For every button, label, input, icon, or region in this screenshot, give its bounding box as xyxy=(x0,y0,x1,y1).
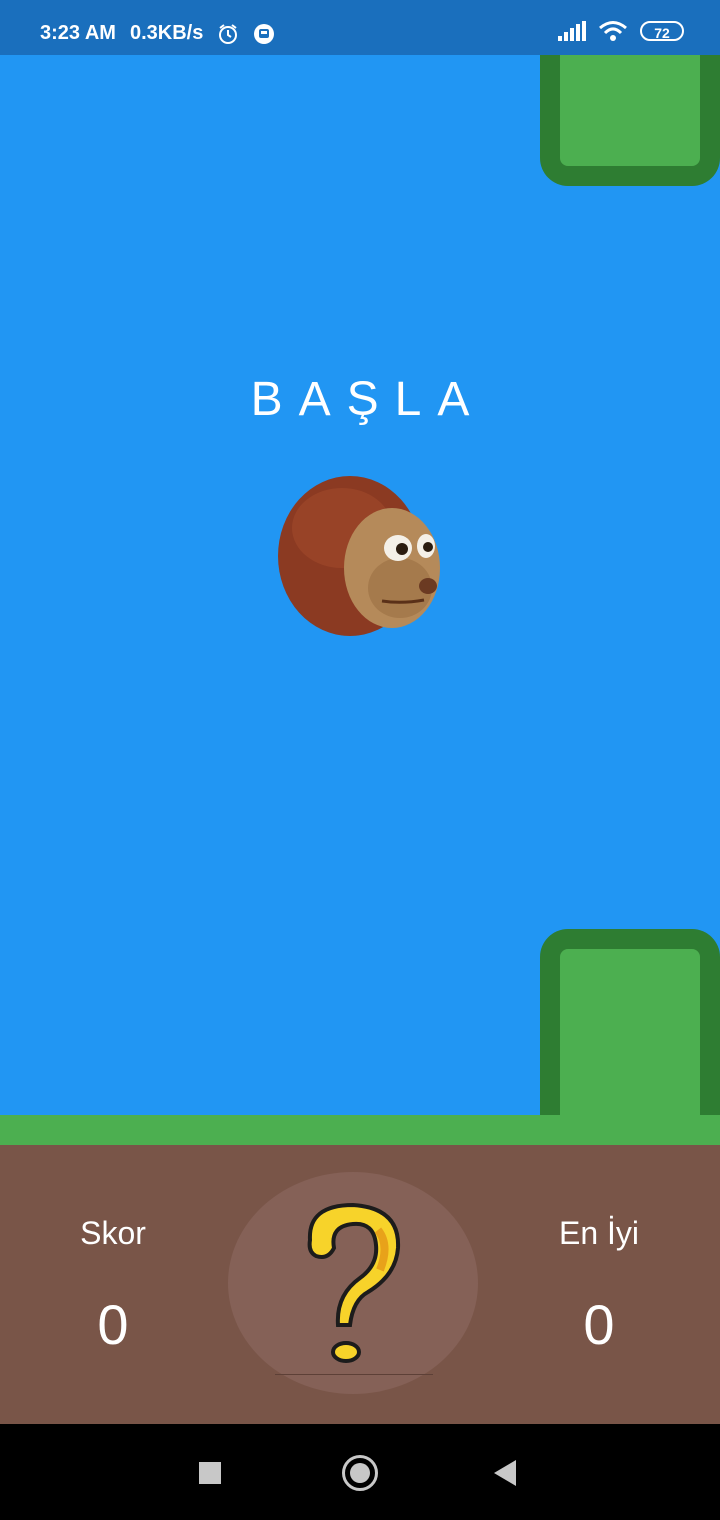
question-mark-icon xyxy=(307,1202,401,1363)
score-panel: Skor 0 xyxy=(3,1215,223,1357)
best-value: 0 xyxy=(583,1293,615,1356)
status-time: 3:23 AM xyxy=(40,22,116,44)
wifi-icon xyxy=(599,21,627,41)
score-value: 0 xyxy=(97,1293,129,1356)
alarm-icon xyxy=(219,23,238,44)
sync-icon xyxy=(254,23,275,44)
status-speed: 0.3KB/s xyxy=(129,22,204,44)
battery-icon: 72 xyxy=(640,21,684,41)
battery-level: 72 xyxy=(654,25,670,41)
bottom-pipe xyxy=(540,929,720,1129)
signal-icon xyxy=(558,21,586,41)
best-label: En İyi xyxy=(558,1215,640,1251)
best-panel: En İyi 0 xyxy=(489,1215,709,1357)
score-label: Skor xyxy=(80,1215,146,1251)
divider xyxy=(275,1374,433,1375)
navigation-bar xyxy=(0,1424,720,1520)
monkey-player xyxy=(278,476,440,636)
grass-strip xyxy=(0,1115,720,1145)
help-button[interactable] xyxy=(228,1172,478,1394)
recents-button[interactable] xyxy=(199,1462,221,1484)
back-button[interactable] xyxy=(494,1460,516,1486)
home-button[interactable] xyxy=(342,1455,378,1491)
status-bar: 3:23 AM 0.3KB/s 72 xyxy=(0,0,720,55)
start-label[interactable]: BAŞLA xyxy=(0,372,720,427)
